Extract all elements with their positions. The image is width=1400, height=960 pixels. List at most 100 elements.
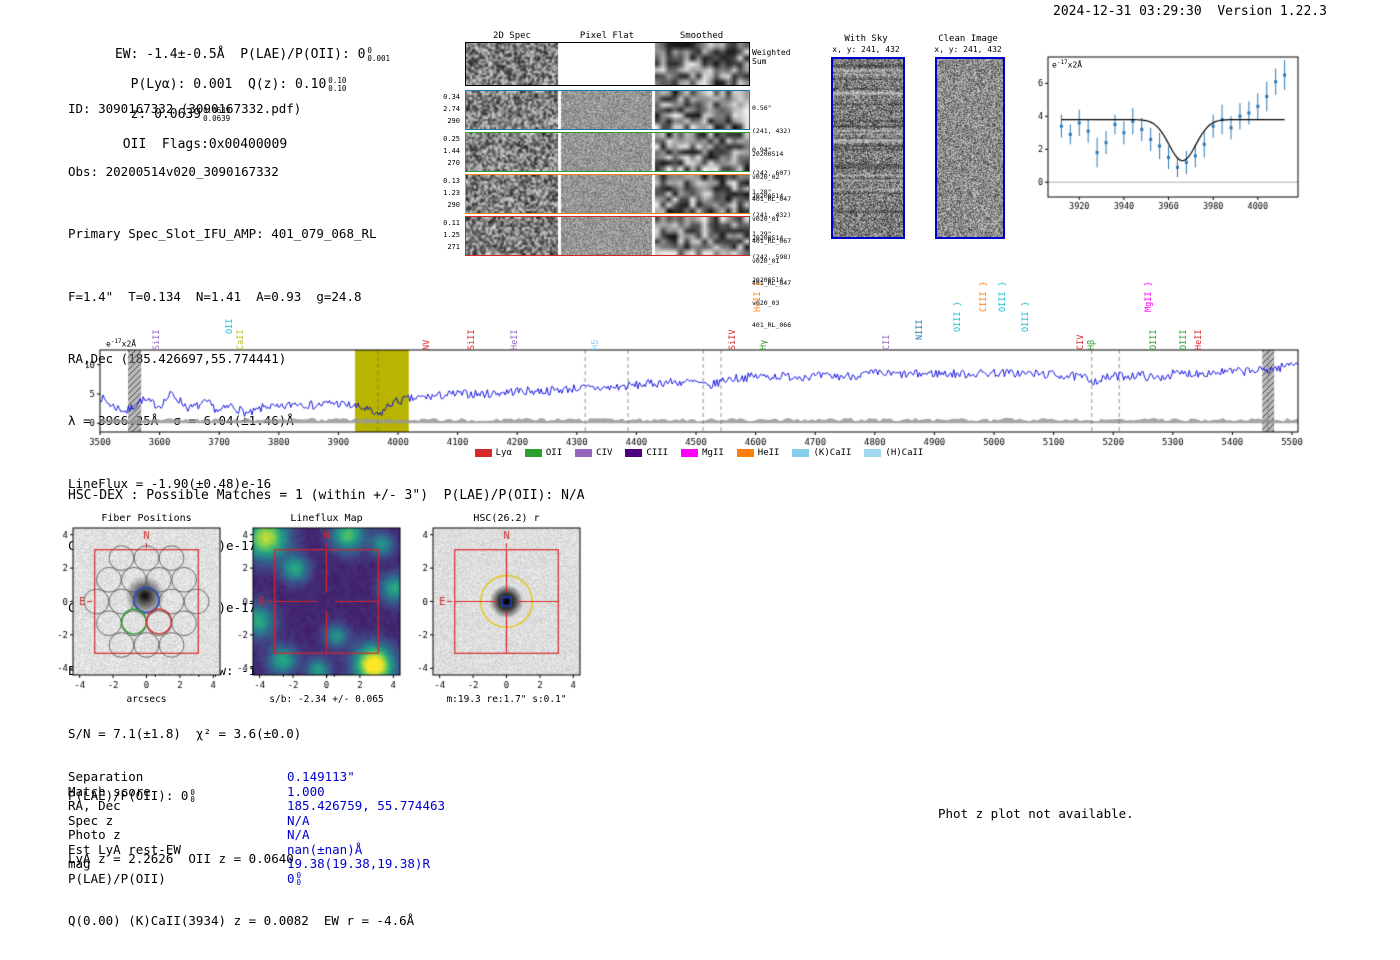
match-table-row: Est LyA rest-EW nan(±nan)Å [68, 841, 447, 858]
info-line: Q(0.00) (K)CaII(3934) z = 0.0082 EW r = … [68, 913, 416, 929]
match-row-label: mag [68, 856, 91, 871]
timestamp-version: 2024-12-31 03:29:30 Version 1.22.3 [1053, 4, 1327, 19]
column-title-2d-spec: 2D Spec [493, 31, 531, 41]
line-label-text: OIII } [1020, 301, 1031, 332]
legend-item: HeII [736, 448, 780, 458]
match-row-value: nan(±nan)Å [287, 841, 364, 858]
fiber-date: 20200514 [752, 275, 784, 284]
fiber-distance: 1.29" [752, 230, 772, 239]
fiber-positions-canvas [35, 522, 225, 697]
lineflux-map-canvas [215, 522, 405, 697]
weighted-label-line2: Sum [752, 57, 767, 66]
match-row-label: Est LyA rest-EW [68, 841, 181, 857]
hsc-image-canvas [395, 522, 585, 697]
legend-label: (H)CaII [885, 448, 924, 458]
match-row-value: 185.426759, 55.774463 [287, 798, 447, 814]
fiber-row-weights: 0.34 2.74 290 [410, 91, 460, 127]
zoom-ylabel: e-17x2Å [1052, 59, 1083, 70]
fiber-xy: (242, 598) [752, 252, 792, 261]
fiber-2d-canvas [465, 174, 750, 214]
fiber-2d-canvas [465, 90, 750, 130]
match-table-row: Match score 1.000 [68, 783, 447, 800]
match-detail-table: Separation 0.149113" Match score 1.000 R… [68, 769, 447, 887]
match-value-text: 185.426759, 55.774463 [287, 798, 446, 813]
with-sky-title: With Sky [844, 34, 888, 44]
fiber-positions-xlabel: arcsecs [126, 694, 167, 705]
legend-swatch [575, 449, 593, 457]
column-title-smoothed: Smoothed [679, 31, 724, 41]
fiber-chi2: 2.74 [443, 105, 460, 113]
emission-line-label: CIII } [979, 281, 989, 312]
line-label-text: NIII [915, 319, 926, 340]
fiber-distance: 0.56" [752, 104, 772, 113]
match-row-value: 1.000 [287, 784, 327, 800]
zoom-plot-canvas [1014, 45, 1306, 217]
fiber-row-weights: 0.13 1.23 290 [410, 175, 460, 211]
match-table-row: mag 19.38(19.38,19.38)R [68, 856, 447, 872]
match-value-text: nan(±nan)Å [287, 841, 363, 857]
legend-label: Lyα [495, 448, 512, 458]
fiber-chi2: 1.23 [443, 189, 460, 197]
fiber-distance: 1.28" [752, 188, 772, 197]
photz-unavailable-note: Phot z plot not available. [938, 806, 1134, 821]
legend-swatch [792, 449, 810, 457]
fiber-shot: v020_03 [752, 298, 780, 307]
weighted-label-line1: Weighted [752, 48, 791, 57]
legend-label: (K)CaII [813, 448, 852, 458]
fiber-row-annotation: 1.29" (242, 598) 20200514 v020_03 401_RL… [752, 216, 791, 345]
legend-item: (K)CaII [792, 448, 851, 458]
match-row-label: Photo z [68, 827, 121, 842]
weighted-sum-label: Weighted Sum [752, 48, 791, 66]
fiber-count: 290 [447, 201, 460, 209]
fraction-lower: 0 [296, 878, 302, 887]
clean-image-coords: x, y: 241, 432 [934, 45, 1002, 54]
line-label-text: OIII } [953, 301, 964, 332]
line-label-text: CIII } [979, 281, 990, 312]
fiber-count: 270 [447, 159, 460, 167]
info-line: S/N = 7.1(±1.8) χ² = 3.6(±0.0) [68, 726, 416, 742]
fiber-weight: 0.13 [443, 177, 460, 185]
clean-image-cutout-canvas [935, 57, 1005, 239]
hsc-match-title: HSC-DEX : Possible Matches = 1 (within +… [68, 488, 585, 503]
fiber-count: 290 [447, 117, 460, 125]
legend-swatch [625, 449, 643, 457]
fiber-2d-canvas [465, 216, 750, 256]
fiber-2d-row: 0.11 1.25 271 1.29" (242, 598) 20200514 … [410, 216, 1200, 329]
info-line-text: F=1.4" T=0.134 N=1.41 A=0.93 g=24.8 [68, 288, 362, 304]
match-value-fraction: 00 [296, 871, 302, 887]
legend-swatch [864, 449, 882, 457]
legend-label: MgII [702, 448, 724, 458]
match-row-value: N/A [287, 812, 312, 829]
legend-item: MgII [681, 448, 724, 458]
info-line: ID: 3090167332 (3090167332.pdf) [68, 101, 416, 117]
emission-line-label: NIII [915, 320, 925, 340]
legend-label: CIII [646, 448, 669, 458]
fiber-chi2: 1.44 [443, 147, 460, 155]
match-row-label: P(LAE)/P(OII) [68, 870, 166, 886]
legend-item: CIV [575, 448, 612, 458]
fiber-chi2: 1.25 [443, 231, 460, 239]
fiber-weight: 0.11 [443, 219, 460, 227]
legend-swatch [524, 449, 542, 457]
legend-item: (H)CaII [864, 448, 923, 458]
match-value-text: N/A [287, 812, 310, 828]
fiber-ifu-amp: 401_RL_066 [752, 321, 792, 330]
spectrum-legend: Lyα OII CIV CIII MgII HeII (K)CaII (H)Ca… [100, 448, 1298, 458]
match-row-value: 19.38(19.38,19.38)R [287, 856, 432, 872]
fiber-count: 271 [447, 243, 460, 251]
match-row-value: 000 [287, 871, 302, 887]
match-table-row: Spec z N/A [68, 812, 447, 829]
info-line-text: Primary Spec_Slot_IFU_AMP: 401_079_068_R… [68, 226, 377, 242]
match-value-text: 19.38(19.38,19.38)R [287, 856, 430, 871]
legend-swatch [681, 449, 699, 457]
match-value-text: N/A [287, 827, 310, 842]
match-table-row: Separation 0.149113" [68, 769, 447, 785]
legend-label: CIV [596, 448, 613, 458]
info-line-text: ID: 3090167332 (3090167332.pdf) [68, 101, 302, 117]
info-line-text: S/N = 7.1(±1.8) χ² = 3.6(±0.0) [68, 725, 302, 741]
info-line: Obs: 20200514v020_3090167332 [68, 164, 416, 180]
legend-label: OII [545, 448, 563, 458]
match-row-label: Match score [68, 783, 151, 799]
legend-swatch [736, 449, 754, 457]
legend-label: HeII [757, 448, 780, 458]
